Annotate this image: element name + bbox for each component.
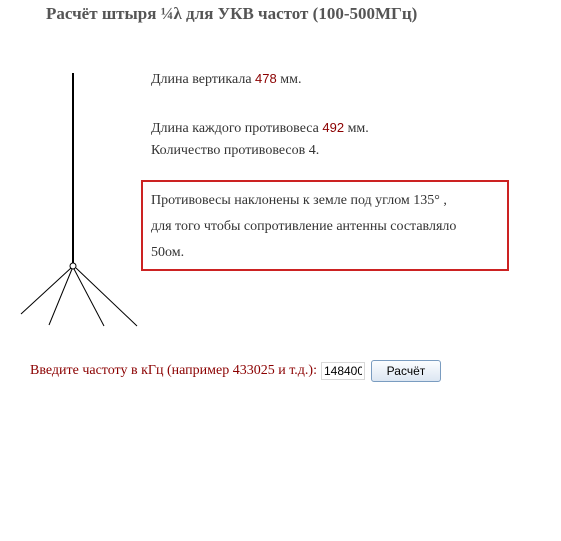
vertical-length-label: Длина вертикала [151,72,256,87]
counterpoise-length-value: 492 [322,120,345,135]
note-line-1: Противовесы наклонены к земле под углом … [151,193,447,208]
frequency-form: Введите частоту в кГц (например 433025 и… [30,360,441,382]
counterpoise-count: Количество противовесов 4. [151,143,320,158]
vertical-length-value: 478 [255,71,277,86]
note-text: Противовесы наклонены к земле под углом … [151,188,511,266]
frequency-input[interactable] [320,362,365,380]
note-line-3: 50ом. [151,245,185,260]
note-line-2: для того чтобы сопротивление антенны сос… [151,219,457,234]
vertical-length-line: Длина вертикала 478 мм. [151,71,301,88]
antenna-radial-4 [75,267,138,327]
frequency-label: Введите частоту в кГц (например 433025 и… [30,363,317,378]
vertical-length-unit: мм. [276,72,302,87]
counterpoise-length-line: Длина каждого противовеса 492 мм. [151,120,369,137]
counterpoise-length-unit: мм. [344,121,369,136]
counterpoise-length-label: Длина каждого противовеса [151,121,323,136]
calculate-button[interactable]: Расчёт [370,360,441,382]
antenna-radial-3 [73,268,105,327]
